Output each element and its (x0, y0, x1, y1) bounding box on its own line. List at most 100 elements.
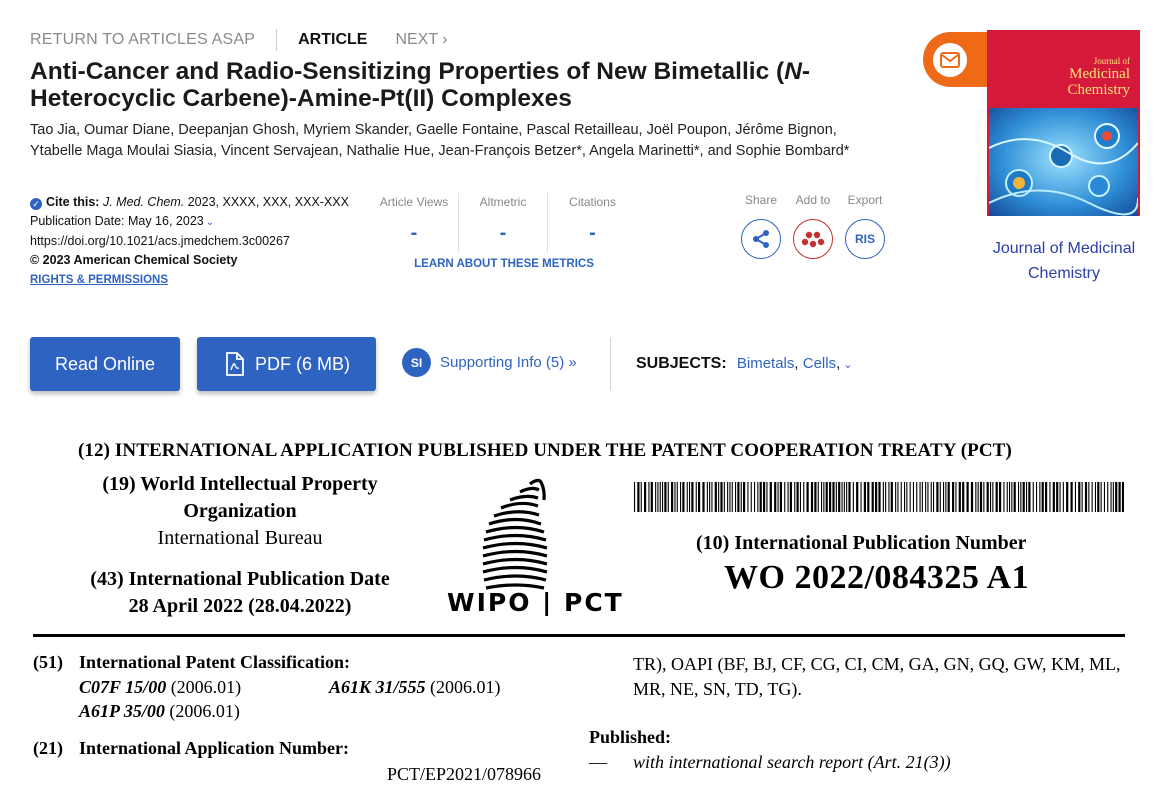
barcode-bar (674, 482, 676, 512)
wipo-logo-text: WIPO | PCT (447, 588, 624, 616)
barcode-bar (878, 482, 881, 512)
barcode-bar (787, 482, 789, 512)
cls-year-text: (2006.01) (164, 701, 240, 721)
barcode-bar (1097, 482, 1100, 512)
barcode-bar (992, 482, 994, 512)
barcode-bar (796, 482, 799, 512)
barcode-bar (867, 482, 870, 512)
barcode-bar (888, 482, 890, 512)
barcode-bar (823, 482, 825, 512)
barcode-bar (1091, 482, 1093, 512)
metric-value: - (589, 222, 596, 244)
barcode-bar (925, 482, 927, 512)
barcode-bar (727, 482, 729, 512)
barcode-bar (1026, 482, 1028, 512)
subject-link[interactable]: Cells (803, 355, 836, 372)
barcode-bar (979, 482, 983, 512)
barcode-bar (829, 482, 832, 512)
publication-date[interactable]: Publication Date: May 16, 2023 ⌄ (30, 212, 350, 232)
barcode-bar (952, 482, 955, 512)
share-label: Share (744, 193, 778, 207)
learn-metrics-link[interactable]: LEARN ABOUT THESE METRICS (370, 258, 638, 270)
next-article-link[interactable]: NEXT › (395, 31, 447, 49)
barcode-bar (680, 482, 682, 512)
barcode-bar (759, 482, 762, 512)
barcode-bar (1022, 482, 1025, 512)
barcode-bar (720, 482, 723, 512)
wipo-organization: (19) World Intellectual Property Organiz… (70, 471, 410, 552)
published-dash: — (589, 752, 607, 772)
barcode-bar (723, 482, 725, 512)
barcode-bar (904, 482, 906, 512)
share-button[interactable] (741, 219, 781, 259)
barcode-bar (1121, 482, 1124, 512)
org-line2: Organization (183, 500, 297, 522)
chevron-down-icon: ⌄ (205, 217, 215, 228)
barcode-bar (1006, 482, 1008, 512)
publication-date-block: (43) International Publication Date 28 A… (60, 566, 420, 620)
barcode-bar (1013, 482, 1016, 512)
nav-divider (276, 29, 278, 51)
barcode-bar (682, 482, 685, 512)
doi-link[interactable]: https://doi.org/10.1021/acs.jmedchem.3c0… (30, 232, 350, 251)
add-to-action: Add to (792, 193, 834, 259)
add-to-label: Add to (795, 193, 831, 207)
add-to-button[interactable] (793, 219, 833, 259)
pdf-download-button[interactable]: PDF (6 MB) (197, 337, 376, 391)
barcode-bar (962, 482, 965, 512)
export-ris-button[interactable]: RIS (845, 219, 885, 259)
barcode-bar (814, 482, 817, 512)
citation-block: ✓ Cite this: J. Med. Chem. 2023, XXXX, XX… (30, 193, 350, 290)
author-list[interactable]: Tao Jia, Oumar Diane, Deepanjan Ghosh, M… (30, 120, 890, 161)
article-tab[interactable]: ARTICLE (298, 31, 367, 49)
email-alert-button[interactable] (923, 32, 987, 87)
supporting-info-link[interactable]: SI Supporting Info (5) » (402, 348, 577, 377)
barcode-bar (1081, 482, 1083, 512)
barcode-bar (885, 482, 887, 512)
horizontal-rule (33, 634, 1125, 637)
journal-link[interactable]: Journal of Medicinal Chemistry (978, 236, 1150, 286)
cite-label[interactable]: Cite this: (46, 195, 99, 209)
barcode-bar (644, 482, 647, 512)
journal-cover-image[interactable]: Journal of Medicinal Chemistry (987, 30, 1140, 230)
rights-permissions-link[interactable]: RIGHTS & PERMISSIONS (30, 274, 168, 286)
barcode-bar (1078, 482, 1081, 512)
barcode-bar (1094, 482, 1096, 512)
vertical-divider (610, 338, 611, 390)
barcode-bar (970, 482, 974, 512)
share-icon (753, 230, 769, 248)
return-to-articles-link[interactable]: RETURN TO ARTICLES ASAP (30, 31, 255, 49)
barcode-bar (784, 482, 786, 512)
barcode-bar (1107, 482, 1109, 512)
chevron-down-icon[interactable]: ⌄ (843, 359, 852, 371)
patent-header: (12) INTERNATIONAL APPLICATION PUBLISHED… (78, 440, 1012, 461)
subject-link[interactable]: Bimetals (737, 355, 795, 372)
barcode-bar (1100, 482, 1102, 512)
barcode-bar (637, 482, 640, 512)
barcode-bar (821, 482, 823, 512)
barcode-bar (779, 482, 782, 512)
barcode-bar (743, 482, 746, 512)
barcode-bar (648, 482, 650, 512)
copyright: © 2023 American Chemical Society (30, 253, 238, 267)
barcode-bar (806, 482, 809, 512)
metric-label: Altmetric (479, 195, 527, 209)
metric-value: - (410, 222, 418, 244)
barcode-bar (983, 482, 985, 512)
barcode-bar (943, 482, 945, 512)
date-value: 28 April 2022 (28.04.2022) (128, 595, 352, 617)
pdf-label: PDF (6 MB) (254, 353, 350, 374)
barcode-bar (882, 482, 884, 512)
barcode-bar (769, 482, 772, 512)
barcode-bar (777, 482, 779, 512)
barcode-bar (875, 482, 878, 512)
barcode-bar (897, 482, 899, 512)
barcode-bar (729, 482, 731, 512)
cover-title: Journal of Medicinal Chemistry (1068, 56, 1131, 98)
barcode-bar (817, 482, 819, 512)
barcode-bar (1028, 482, 1031, 512)
barcode-bar (766, 482, 768, 512)
mail-circle (933, 42, 967, 77)
cls-year-text: (2006.01) (425, 677, 501, 697)
read-online-button[interactable]: Read Online (30, 337, 180, 391)
